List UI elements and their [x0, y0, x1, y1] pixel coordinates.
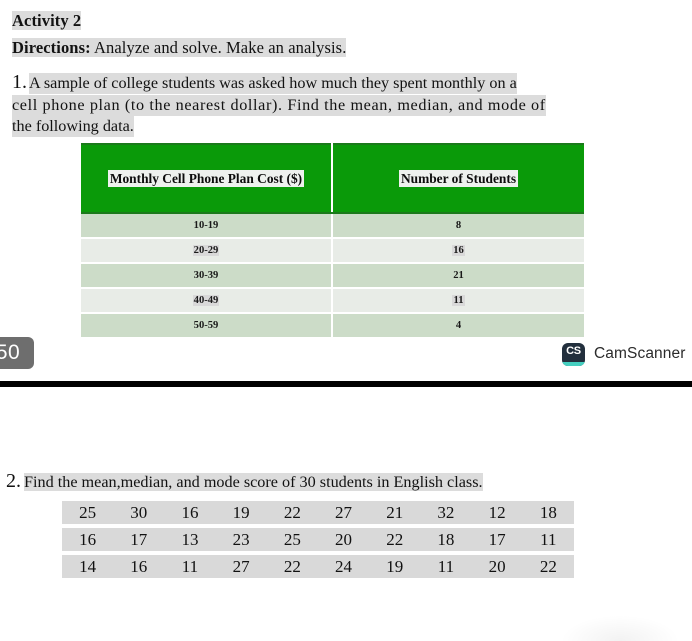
question-1-text-1: A sample of college students was asked h… [29, 73, 517, 94]
cell-cost-value: 30-39 [193, 270, 219, 281]
camscanner-logo-bar [562, 361, 585, 366]
score-cell: 19 [215, 501, 267, 526]
score-cell: 18 [522, 501, 574, 526]
score-cell: 25 [62, 501, 114, 526]
score-cell: 17 [471, 524, 523, 553]
cell-cost-value: 50-59 [193, 320, 219, 331]
cell-cost-value: 20-29 [192, 245, 220, 256]
cell-students: 11 [332, 288, 584, 314]
question-1-number: 1. [12, 71, 27, 93]
score-row: 16 17 13 23 25 20 22 18 17 11 [62, 524, 574, 553]
cell-students: 4 [332, 313, 584, 339]
question-1-line-3: the following data. [12, 116, 672, 138]
table-row: 40-49 11 [81, 288, 584, 314]
score-cell: 32 [420, 501, 472, 526]
scanned-page-two: 2. Find the mean,median, and mode score o… [0, 387, 692, 641]
scan-smudge [560, 615, 680, 641]
page-number-badge: 50 [0, 337, 34, 369]
cell-students: 21 [332, 263, 584, 289]
score-cell: 27 [317, 501, 370, 526]
table-header-students: Number of Students [332, 143, 584, 214]
table-row: 50-59 4 [81, 313, 584, 339]
question-1-text-3: the following data. [12, 116, 134, 137]
score-cell: 11 [164, 551, 216, 578]
question-2-text: Find the mean,median, and mode score of … [24, 473, 483, 491]
score-cell: 14 [62, 551, 114, 578]
frequency-distribution-table: Monthly Cell Phone Plan Cost ($) Number … [81, 143, 584, 339]
score-cell: 16 [164, 501, 216, 526]
score-cell: 22 [266, 501, 318, 526]
score-cell: 18 [420, 524, 472, 553]
camscanner-watermark: CS CamScanner [562, 342, 685, 366]
cell-cost-value: 10-19 [193, 220, 219, 231]
score-cell: 16 [62, 524, 114, 553]
score-cell: 24 [317, 551, 370, 578]
score-row: 14 16 11 27 22 24 19 11 20 22 [62, 551, 574, 578]
score-cell: 21 [369, 501, 421, 526]
directions-highlight: Directions: Analyze and solve. Make an a… [12, 38, 347, 57]
question-1-block: 1. A sample of college students was asked… [12, 71, 672, 138]
camscanner-wordmark: CamScanner [594, 345, 686, 362]
cell-cost: 30-39 [81, 263, 333, 289]
cell-cost: 50-59 [81, 313, 333, 339]
activity-heading-text: Activity 2 [12, 11, 82, 30]
score-cell: 22 [522, 551, 574, 578]
cell-students-value: 8 [455, 220, 462, 231]
cell-students-value: 16 [452, 245, 465, 256]
cell-students: 8 [332, 213, 584, 239]
score-cell: 13 [164, 524, 216, 553]
cell-cost-value: 40-49 [192, 295, 220, 306]
table-header-students-label: Number of Students [398, 169, 519, 187]
question-1-text-2: cell phone plan (to the nearest dollar).… [12, 94, 546, 116]
cell-cost: 20-29 [81, 238, 333, 264]
activity-heading: Activity 2 [12, 11, 82, 31]
camscanner-logo-text: CS [566, 344, 581, 357]
table-row: 20-29 16 [81, 238, 584, 264]
score-row: 25 30 16 19 22 27 21 32 12 18 [62, 501, 574, 526]
score-cell: 25 [266, 524, 318, 553]
score-cell: 23 [215, 524, 267, 553]
score-cell: 11 [522, 524, 574, 553]
table-header-row: Monthly Cell Phone Plan Cost ($) Number … [81, 143, 584, 214]
directions-text: Analyze and solve. Make an analysis. [90, 38, 347, 57]
question-2-block: 2. Find the mean,median, and mode score o… [6, 471, 676, 493]
score-cell: 17 [113, 524, 165, 553]
question-2-number: 2. [6, 470, 21, 492]
score-data-grid: 25 30 16 19 22 27 21 32 12 18 16 17 13 2… [62, 501, 574, 578]
score-cell: 27 [215, 551, 267, 578]
cell-students: 16 [332, 238, 584, 264]
table-row: 30-39 21 [81, 263, 584, 289]
table-header-cost-label: Monthly Cell Phone Plan Cost ($) [107, 169, 305, 187]
question-1-line-1: 1. A sample of college students was asked… [12, 71, 672, 95]
score-cell: 30 [113, 501, 165, 526]
cell-students-value: 4 [455, 320, 462, 331]
scanned-page-one: Activity 2 Directions: Analyze and solve… [0, 0, 692, 381]
cell-students-value: 21 [453, 270, 464, 281]
cell-cost: 10-19 [81, 213, 333, 239]
directions-line: Directions: Analyze and solve. Make an a… [12, 38, 347, 58]
camscanner-logo-icon: CS [562, 342, 585, 366]
directions-label: Directions: [12, 38, 91, 57]
score-cell: 20 [471, 551, 523, 578]
question-1-line-2: cell phone plan (to the nearest dollar).… [12, 94, 672, 117]
score-cell: 20 [317, 524, 370, 553]
table-row: 10-19 8 [81, 213, 584, 239]
cell-students-value: 11 [452, 295, 465, 306]
score-cell: 22 [266, 551, 318, 578]
table-header-cost: Monthly Cell Phone Plan Cost ($) [81, 143, 333, 214]
score-cell: 19 [369, 551, 421, 578]
score-cell: 22 [369, 524, 421, 553]
cell-cost: 40-49 [81, 288, 333, 314]
score-cell: 12 [471, 501, 523, 526]
score-cell: 16 [113, 551, 165, 578]
score-cell: 11 [420, 551, 472, 578]
